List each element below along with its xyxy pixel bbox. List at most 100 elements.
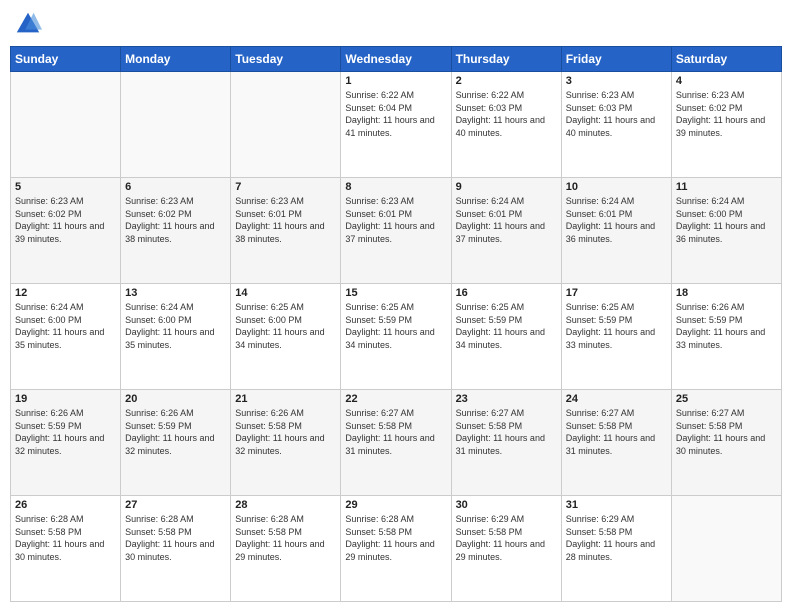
day-info: Sunrise: 6:25 AMSunset: 6:00 PMDaylight:…	[235, 301, 336, 351]
weekday-header-friday: Friday	[561, 47, 671, 72]
calendar-cell: 10 Sunrise: 6:24 AMSunset: 6:01 PMDayligh…	[561, 178, 671, 284]
day-info: Sunrise: 6:26 AMSunset: 5:59 PMDaylight:…	[676, 301, 777, 351]
day-info: Sunrise: 6:28 AMSunset: 5:58 PMDaylight:…	[15, 513, 116, 563]
day-number: 7	[235, 181, 336, 193]
calendar-cell	[231, 72, 341, 178]
logo	[14, 10, 46, 38]
day-number: 14	[235, 287, 336, 299]
calendar-cell: 24 Sunrise: 6:27 AMSunset: 5:58 PMDayligh…	[561, 390, 671, 496]
calendar-cell: 29Sunrise: 6:28 AMSunset: 5:58 PMDayligh…	[341, 496, 451, 602]
week-row-3: 19 Sunrise: 6:26 AMSunset: 5:59 PMDayligh…	[11, 390, 782, 496]
weekday-header-thursday: Thursday	[451, 47, 561, 72]
day-number: 20	[125, 393, 226, 405]
logo-icon	[14, 10, 42, 38]
calendar-cell: 31Sunrise: 6:29 AMSunset: 5:58 PMDayligh…	[561, 496, 671, 602]
weekday-header-row: SundayMondayTuesdayWednesdayThursdayFrid…	[11, 47, 782, 72]
day-number: 23	[456, 393, 557, 405]
page: SundayMondayTuesdayWednesdayThursdayFrid…	[0, 0, 792, 612]
day-number: 9	[456, 181, 557, 193]
day-number: 4	[676, 75, 777, 87]
calendar-cell	[671, 496, 781, 602]
day-number: 1	[345, 75, 446, 87]
day-number: 17	[566, 287, 667, 299]
day-number: 19	[15, 393, 116, 405]
calendar-cell: 12 Sunrise: 6:24 AMSunset: 6:00 PMDayligh…	[11, 284, 121, 390]
calendar-cell: 16Sunrise: 6:25 AMSunset: 5:59 PMDayligh…	[451, 284, 561, 390]
day-info: Sunrise: 6:23 AMSunset: 6:01 PMDaylight:…	[235, 195, 336, 245]
calendar-cell: 19 Sunrise: 6:26 AMSunset: 5:59 PMDayligh…	[11, 390, 121, 496]
weekday-header-monday: Monday	[121, 47, 231, 72]
day-number: 26	[15, 499, 116, 511]
day-number: 22	[345, 393, 446, 405]
day-info: Sunrise: 6:25 AMSunset: 5:59 PMDaylight:…	[566, 301, 667, 351]
day-info: Sunrise: 6:26 AMSunset: 5:59 PMDaylight:…	[125, 407, 226, 457]
day-info: Sunrise: 6:26 AMSunset: 5:58 PMDaylight:…	[235, 407, 336, 457]
day-info: Sunrise: 6:28 AMSunset: 5:58 PMDaylight:…	[235, 513, 336, 563]
calendar-cell: 18 Sunrise: 6:26 AMSunset: 5:59 PMDayligh…	[671, 284, 781, 390]
day-number: 31	[566, 499, 667, 511]
day-number: 29	[345, 499, 446, 511]
calendar-cell: 2 Sunrise: 6:22 AMSunset: 6:03 PMDaylight…	[451, 72, 561, 178]
calendar-cell: 11 Sunrise: 6:24 AMSunset: 6:00 PMDayligh…	[671, 178, 781, 284]
weekday-header-saturday: Saturday	[671, 47, 781, 72]
calendar-cell	[121, 72, 231, 178]
calendar-cell: 5Sunrise: 6:23 AMSunset: 6:02 PMDaylight…	[11, 178, 121, 284]
day-number: 10	[566, 181, 667, 193]
calendar-cell: 30 Sunrise: 6:29 AMSunset: 5:58 PMDayligh…	[451, 496, 561, 602]
day-info: Sunrise: 6:22 AMSunset: 6:04 PMDaylight:…	[345, 89, 446, 139]
day-info: Sunrise: 6:27 AMSunset: 5:58 PMDaylight:…	[676, 407, 777, 457]
day-number: 3	[566, 75, 667, 87]
calendar-cell: 9 Sunrise: 6:24 AMSunset: 6:01 PMDaylight…	[451, 178, 561, 284]
day-info: Sunrise: 6:27 AMSunset: 5:58 PMDaylight:…	[566, 407, 667, 457]
calendar-cell: 14 Sunrise: 6:25 AMSunset: 6:00 PMDayligh…	[231, 284, 341, 390]
day-info: Sunrise: 6:29 AMSunset: 5:58 PMDaylight:…	[456, 513, 557, 563]
header	[10, 10, 782, 38]
calendar-cell: 21 Sunrise: 6:26 AMSunset: 5:58 PMDayligh…	[231, 390, 341, 496]
day-number: 18	[676, 287, 777, 299]
day-number: 12	[15, 287, 116, 299]
day-info: Sunrise: 6:23 AMSunset: 6:02 PMDaylight:…	[676, 89, 777, 139]
calendar-cell: 23Sunrise: 6:27 AMSunset: 5:58 PMDayligh…	[451, 390, 561, 496]
calendar-cell: 3 Sunrise: 6:23 AMSunset: 6:03 PMDaylight…	[561, 72, 671, 178]
day-info: Sunrise: 6:24 AMSunset: 6:01 PMDaylight:…	[456, 195, 557, 245]
weekday-header-wednesday: Wednesday	[341, 47, 451, 72]
calendar-cell: 6 Sunrise: 6:23 AMSunset: 6:02 PMDaylight…	[121, 178, 231, 284]
day-info: Sunrise: 6:26 AMSunset: 5:59 PMDaylight:…	[15, 407, 116, 457]
day-number: 15	[345, 287, 446, 299]
calendar-table: SundayMondayTuesdayWednesdayThursdayFrid…	[10, 46, 782, 602]
week-row-2: 12 Sunrise: 6:24 AMSunset: 6:00 PMDayligh…	[11, 284, 782, 390]
day-info: Sunrise: 6:23 AMSunset: 6:03 PMDaylight:…	[566, 89, 667, 139]
calendar-cell: 22 Sunrise: 6:27 AMSunset: 5:58 PMDayligh…	[341, 390, 451, 496]
day-number: 21	[235, 393, 336, 405]
calendar-cell: 26 Sunrise: 6:28 AMSunset: 5:58 PMDayligh…	[11, 496, 121, 602]
day-info: Sunrise: 6:22 AMSunset: 6:03 PMDaylight:…	[456, 89, 557, 139]
calendar-cell: 20 Sunrise: 6:26 AMSunset: 5:59 PMDayligh…	[121, 390, 231, 496]
day-number: 6	[125, 181, 226, 193]
calendar-cell: 7 Sunrise: 6:23 AMSunset: 6:01 PMDaylight…	[231, 178, 341, 284]
calendar-cell: 17 Sunrise: 6:25 AMSunset: 5:59 PMDayligh…	[561, 284, 671, 390]
calendar-cell: 25 Sunrise: 6:27 AMSunset: 5:58 PMDayligh…	[671, 390, 781, 496]
day-info: Sunrise: 6:24 AMSunset: 6:00 PMDaylight:…	[15, 301, 116, 351]
day-number: 5	[15, 181, 116, 193]
day-info: Sunrise: 6:24 AMSunset: 6:00 PMDaylight:…	[676, 195, 777, 245]
week-row-0: 1 Sunrise: 6:22 AMSunset: 6:04 PMDaylight…	[11, 72, 782, 178]
week-row-4: 26 Sunrise: 6:28 AMSunset: 5:58 PMDayligh…	[11, 496, 782, 602]
weekday-header-sunday: Sunday	[11, 47, 121, 72]
calendar-cell: 13Sunrise: 6:24 AMSunset: 6:00 PMDayligh…	[121, 284, 231, 390]
day-number: 30	[456, 499, 557, 511]
day-number: 25	[676, 393, 777, 405]
day-info: Sunrise: 6:23 AMSunset: 6:02 PMDaylight:…	[125, 195, 226, 245]
day-info: Sunrise: 6:24 AMSunset: 6:00 PMDaylight:…	[125, 301, 226, 351]
calendar-cell: 27Sunrise: 6:28 AMSunset: 5:58 PMDayligh…	[121, 496, 231, 602]
calendar-cell: 4 Sunrise: 6:23 AMSunset: 6:02 PMDaylight…	[671, 72, 781, 178]
day-info: Sunrise: 6:28 AMSunset: 5:58 PMDaylight:…	[125, 513, 226, 563]
calendar-cell: 28 Sunrise: 6:28 AMSunset: 5:58 PMDayligh…	[231, 496, 341, 602]
day-number: 16	[456, 287, 557, 299]
day-number: 28	[235, 499, 336, 511]
calendar-cell	[11, 72, 121, 178]
day-number: 2	[456, 75, 557, 87]
day-number: 24	[566, 393, 667, 405]
day-number: 11	[676, 181, 777, 193]
day-info: Sunrise: 6:24 AMSunset: 6:01 PMDaylight:…	[566, 195, 667, 245]
day-info: Sunrise: 6:27 AMSunset: 5:58 PMDaylight:…	[345, 407, 446, 457]
